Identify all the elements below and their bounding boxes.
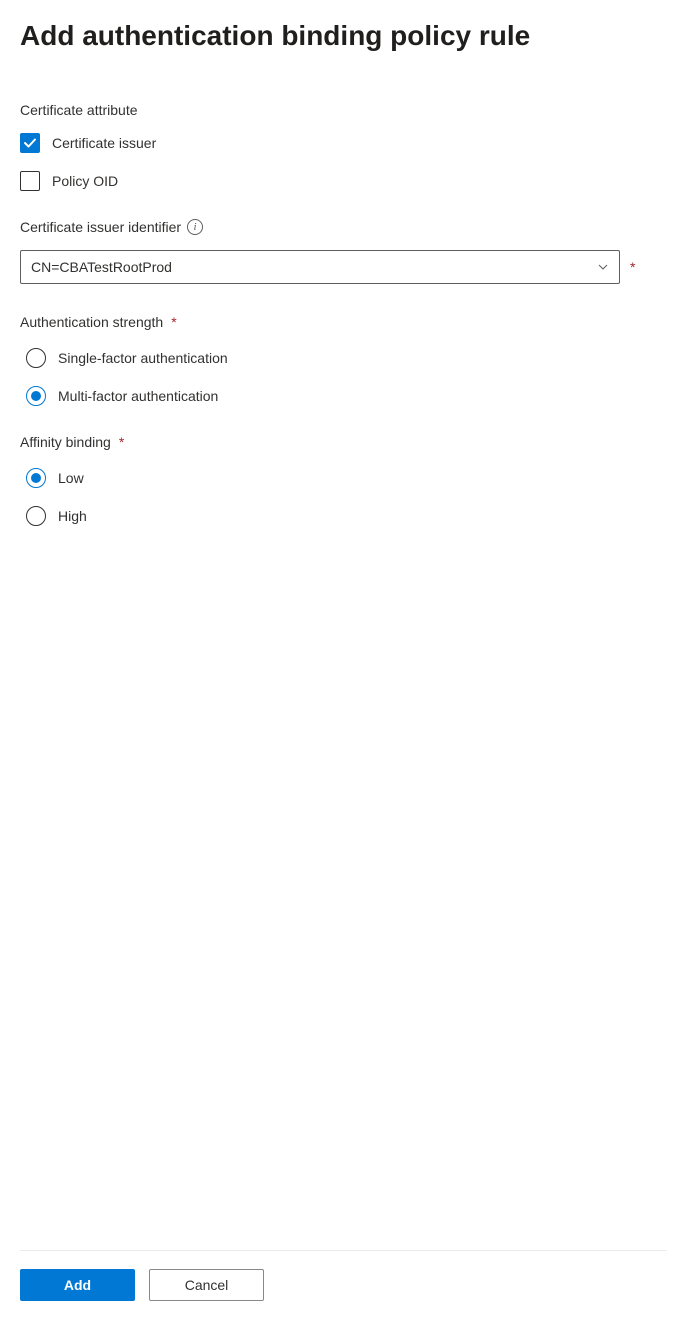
required-indicator: *: [119, 434, 124, 450]
check-icon: [23, 136, 37, 150]
issuer-identifier-value: CN=CBATestRootProd: [31, 259, 172, 275]
issuer-identifier-label-text: Certificate issuer identifier: [20, 219, 181, 235]
affinity-low-label: Low: [58, 470, 84, 486]
affinity-binding-group: Affinity binding * Low High: [20, 434, 667, 526]
add-button[interactable]: Add: [20, 1269, 135, 1301]
policy-oid-label: Policy OID: [52, 173, 118, 189]
chevron-down-icon: [597, 261, 609, 273]
single-factor-label: Single-factor authentication: [58, 350, 228, 366]
required-indicator: *: [630, 259, 635, 275]
auth-strength-label: Authentication strength *: [20, 314, 667, 330]
affinity-binding-label: Affinity binding *: [20, 434, 667, 450]
page-title: Add authentication binding policy rule: [20, 20, 667, 52]
single-factor-radio[interactable]: [26, 348, 46, 368]
issuer-identifier-dropdown[interactable]: CN=CBATestRootProd: [20, 250, 620, 284]
footer: Add Cancel: [20, 1250, 667, 1301]
issuer-identifier-label: Certificate issuer identifier i: [20, 219, 667, 235]
affinity-high-label: High: [58, 508, 87, 524]
policy-oid-checkbox[interactable]: [20, 171, 40, 191]
multi-factor-label: Multi-factor authentication: [58, 388, 218, 404]
affinity-low-radio[interactable]: [26, 468, 46, 488]
certificate-attribute-label: Certificate attribute: [20, 102, 667, 118]
info-icon[interactable]: i: [187, 219, 203, 235]
affinity-binding-label-text: Affinity binding: [20, 434, 111, 450]
auth-strength-label-text: Authentication strength: [20, 314, 163, 330]
certificate-attribute-group: Certificate attribute Certificate issuer…: [20, 102, 667, 191]
multi-factor-radio[interactable]: [26, 386, 46, 406]
auth-strength-group: Authentication strength * Single-factor …: [20, 314, 667, 406]
required-indicator: *: [171, 314, 176, 330]
affinity-high-radio[interactable]: [26, 506, 46, 526]
certificate-issuer-checkbox[interactable]: [20, 133, 40, 153]
cancel-button[interactable]: Cancel: [149, 1269, 264, 1301]
certificate-issuer-label: Certificate issuer: [52, 135, 156, 151]
issuer-identifier-group: Certificate issuer identifier i CN=CBATe…: [20, 219, 667, 284]
